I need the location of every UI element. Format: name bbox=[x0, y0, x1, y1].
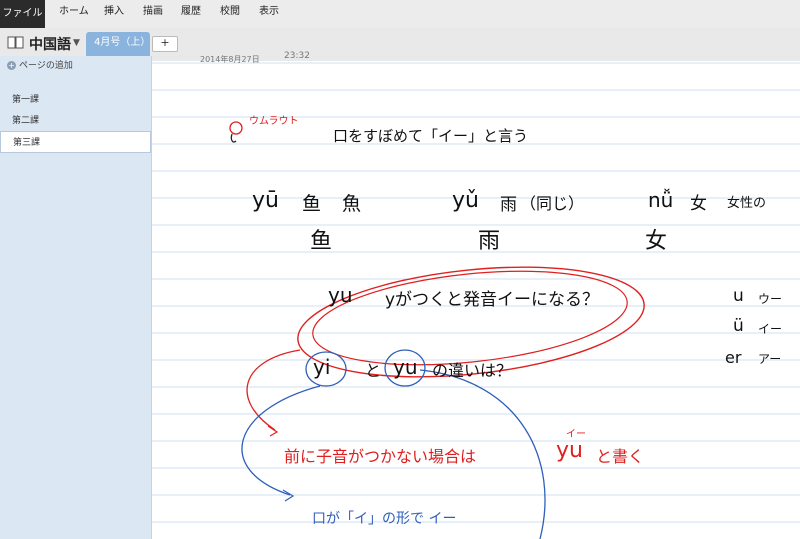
char-row2-woman: 女 bbox=[645, 229, 668, 254]
char-yu1-simplified: 鱼 bbox=[302, 193, 322, 215]
q1-yu: yu bbox=[328, 283, 353, 307]
pinyin-nu3: nǚ bbox=[648, 188, 674, 212]
q2-yi: yi bbox=[313, 355, 331, 379]
pinyin-yu1: yū bbox=[252, 188, 279, 213]
char-nu3: 女 bbox=[690, 194, 707, 214]
char-row2-yu: 鱼 bbox=[310, 229, 333, 254]
side-uu-reading: イー bbox=[758, 322, 783, 336]
side-u: u bbox=[733, 286, 744, 306]
char-row2-rain: 雨 bbox=[478, 229, 501, 254]
side-er-reading: アー bbox=[758, 352, 782, 366]
note-female: 女性の bbox=[727, 196, 767, 211]
side-u-reading: ウー bbox=[758, 292, 783, 306]
char-yu3: 雨 bbox=[500, 195, 517, 215]
note-same: （同じ） bbox=[520, 194, 585, 213]
char-yu1-traditional: 魚 bbox=[342, 193, 362, 215]
red-note: 前に子音がつかない場合は bbox=[284, 447, 477, 466]
side-er: er bbox=[725, 348, 742, 367]
red-tail: と書く bbox=[596, 447, 645, 466]
q2-rest: の違いは？ bbox=[432, 361, 513, 380]
umlaut-label: ウムラウト bbox=[249, 116, 299, 127]
red-yu: yu bbox=[556, 438, 583, 463]
side-uu: ü bbox=[733, 316, 744, 336]
note-line-1: 口をすぼめて「イー」と言う bbox=[333, 127, 529, 145]
face-doodle bbox=[229, 121, 243, 135]
blue-note: 口が「イ」の形で イー bbox=[312, 511, 457, 527]
q2-yu: yu bbox=[393, 355, 418, 379]
q2-to: と bbox=[365, 361, 382, 380]
q1-text: yがつくと発音イーになる？ bbox=[385, 290, 600, 310]
pinyin-yu3: yǔ bbox=[452, 188, 479, 213]
